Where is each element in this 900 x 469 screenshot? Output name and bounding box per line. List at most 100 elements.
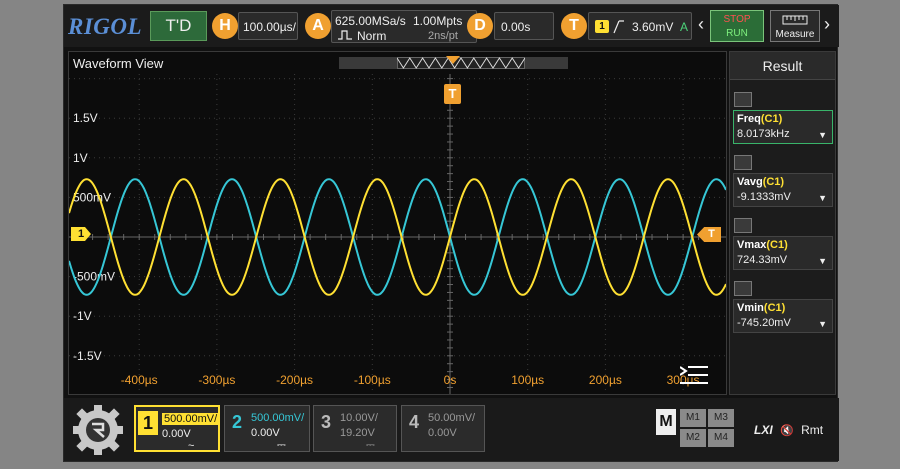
channel-1-number: 1 — [138, 411, 158, 435]
measure-value: 724.33mV — [737, 254, 788, 266]
y-axis-label: -1.5V — [73, 349, 102, 363]
channel-4-box[interactable]: 4 50.00mV/ 0.00V — [401, 405, 485, 452]
measure-item-vavg[interactable]: Vavg(C1) -9.1333mV ▼ — [733, 173, 833, 207]
channel-1-box[interactable]: 1 500.00mV/ 0.00V ~ — [134, 405, 220, 452]
channel-3-box[interactable]: 3 10.00V/ 19.20V ⎓ — [313, 405, 397, 452]
x-axis-label: 0s — [444, 373, 457, 387]
trigger-box[interactable]: 1 3.60mV A — [588, 12, 692, 40]
frequency-icon — [734, 92, 752, 107]
channel-3-scale: 10.00V/ — [340, 412, 378, 424]
trigger-position-icon[interactable] — [446, 56, 460, 66]
zigzag-icon — [397, 57, 525, 69]
result-panel: Result Freq(C1) 8.0173kHz ▼ Vavg(C1) -9.… — [729, 51, 836, 395]
delay-badge[interactable]: D — [467, 13, 493, 39]
measure-item-freq[interactable]: Freq(C1) 8.0173kHz ▼ — [733, 110, 833, 144]
channel-3-coupling: ⎓ — [366, 439, 375, 451]
trigger-source: 1 — [595, 20, 609, 33]
mode-td-button[interactable]: T'D — [150, 11, 207, 41]
mute-icon[interactable]: 🔇 — [780, 425, 794, 437]
math-m3-button[interactable]: M3 — [708, 409, 734, 427]
measure-value: -745.20mV — [737, 317, 791, 329]
x-axis-label: 200µs — [589, 373, 622, 387]
time-resolution: 2ns/pt — [428, 30, 458, 42]
delay-box[interactable]: 0.00s — [494, 12, 554, 40]
math-panel[interactable]: M M1 M3 M2 M4 — [656, 405, 735, 452]
math-label: M — [656, 409, 676, 435]
channel-1-coupling: ~ — [188, 440, 195, 452]
gear-icon[interactable] — [70, 404, 126, 456]
timebase-box[interactable]: 100.00µs/ — [238, 12, 298, 40]
channel-4-scale: 50.00mV/ — [428, 412, 476, 424]
menu-icon[interactable] — [680, 365, 708, 385]
top-bar: RIGOL T'D H 100.00µs/ A 625.00MSa/s 1.00… — [64, 5, 839, 47]
x-axis-label: -300µs — [198, 373, 235, 387]
rigol-logo: RIGOL — [68, 14, 143, 39]
measure-item-vmin[interactable]: Vmin(C1) -745.20mV ▼ — [733, 299, 833, 333]
waveform-grid: 1.5V 1V 500mV -500mV -1V -1.5V -400µs -300µs -20… — [69, 74, 726, 394]
trigger-level: 3.60mV — [632, 20, 674, 34]
math-m2-button[interactable]: M2 — [680, 429, 706, 447]
oscilloscope-screen: RIGOL T'D H 100.00µs/ A 625.00MSa/s 1.00… — [63, 4, 839, 462]
waveform-view-title: Waveform View — [73, 56, 164, 71]
measure-item-vmax[interactable]: Vmax(C1) 724.33mV ▼ — [733, 236, 833, 270]
x-axis-label: -200µs — [276, 373, 313, 387]
status-area: LXI 🔇 Rmt — [754, 423, 823, 437]
channel-4-offset: 0.00V — [428, 427, 457, 439]
prev-chevron-icon[interactable]: ‹ — [698, 14, 704, 35]
stop-label: STOP — [723, 14, 751, 25]
measure-name: Vmax(C1) — [737, 239, 788, 251]
ruler-icon — [782, 15, 808, 25]
measure-name: Vmin(C1) — [737, 302, 786, 314]
y-axis-label: 1.5V — [73, 111, 98, 125]
pulse-icon — [338, 30, 352, 40]
acquire-badge[interactable]: A — [305, 13, 331, 39]
trigger-badge[interactable]: T — [561, 13, 587, 39]
channel-2-box[interactable]: 2 500.00mV/ 0.00V ⎓ — [224, 405, 310, 452]
y-axis-label: -1V — [73, 309, 92, 323]
average-icon — [734, 155, 752, 170]
maximum-icon — [734, 218, 752, 233]
waveform-view[interactable]: Waveform View 1.5V 1V 500mV -500mV -1V -1.5V -… — [68, 51, 727, 395]
channel-1-scale: 500.00mV/ — [162, 413, 220, 425]
remote-status: Rmt — [801, 423, 824, 437]
rising-edge-icon — [613, 20, 624, 34]
channel-3-number: 3 — [320, 412, 331, 432]
dropdown-icon[interactable]: ▼ — [818, 193, 827, 203]
measure-name: Vavg(C1) — [737, 176, 785, 188]
dropdown-icon[interactable]: ▼ — [818, 256, 827, 266]
measure-button[interactable]: Measure — [770, 10, 820, 42]
next-chevron-icon[interactable]: › — [824, 14, 830, 35]
measure-value: -9.1333mV — [737, 191, 791, 203]
trigger-marker[interactable]: T — [444, 84, 461, 104]
minimum-icon — [734, 281, 752, 296]
measure-value: 8.0173kHz — [737, 128, 790, 140]
dropdown-icon[interactable]: ▼ — [818, 130, 827, 140]
channel-2-offset: 0.00V — [251, 427, 280, 439]
y-axis-label: 1V — [73, 151, 88, 165]
x-axis-label: -400µs — [121, 373, 158, 387]
measure-label: Measure — [775, 29, 815, 40]
x-axis-label: -100µs — [354, 373, 391, 387]
channel-4-number: 4 — [408, 412, 419, 432]
run-label: RUN — [726, 28, 748, 39]
sample-rate: 625.00MSa/s — [335, 14, 406, 28]
measure-name: Freq(C1) — [737, 113, 783, 125]
y-axis-label: 500mV — [73, 190, 111, 204]
channel-3-offset: 19.20V — [340, 427, 375, 439]
channel-2-number: 2 — [231, 412, 242, 432]
math-m1-button[interactable]: M1 — [680, 409, 706, 427]
timebase-value: 100.00µs/ — [243, 20, 296, 34]
bottom-bar: 1 500.00mV/ 0.00V ~ 2 500.00mV/ 0.00V ⎓ … — [64, 398, 839, 461]
x-axis-label: 100µs — [511, 373, 544, 387]
acquire-box[interactable]: 625.00MSa/s 1.00Mpts Norm 2ns/pt — [331, 10, 477, 43]
horizontal-badge[interactable]: H — [212, 13, 238, 39]
channel-2-scale: 500.00mV/ — [251, 412, 305, 424]
y-axis-label: -500mV — [73, 270, 115, 284]
memory-depth: 1.00Mpts — [413, 14, 463, 28]
lxi-icon: LXI — [754, 423, 773, 437]
math-m4-button[interactable]: M4 — [708, 429, 734, 447]
result-title: Result — [730, 52, 835, 80]
acquire-mode: Norm — [357, 29, 387, 43]
stop-run-button[interactable]: STOP RUN — [710, 10, 764, 42]
dropdown-icon[interactable]: ▼ — [818, 319, 827, 329]
